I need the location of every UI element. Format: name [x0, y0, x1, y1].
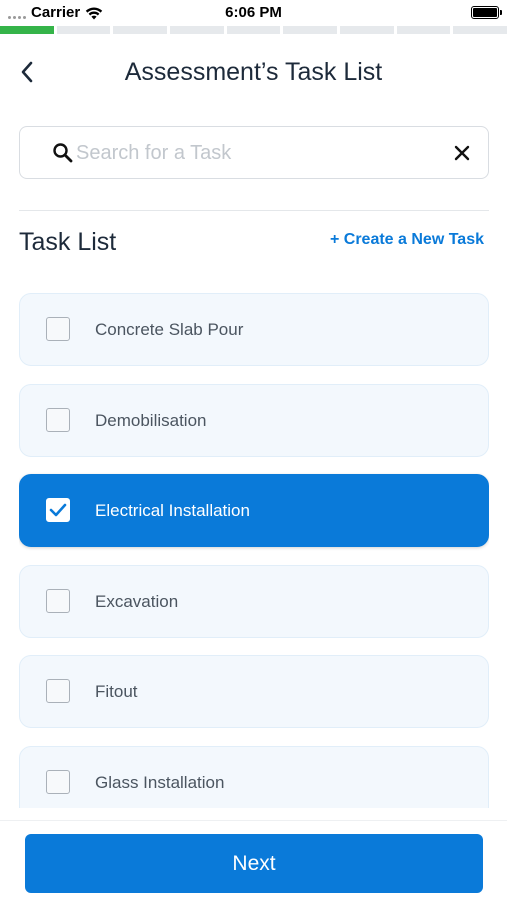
task-list: Concrete Slab Pour Demobilisation Electr…	[19, 293, 489, 808]
task-item[interactable]: Excavation	[19, 564, 489, 638]
task-checkbox[interactable]	[46, 407, 70, 432]
task-checkbox[interactable]	[46, 769, 70, 794]
header: Assessment’s Task List	[0, 50, 507, 96]
task-item[interactable]: Fitout	[19, 655, 489, 728]
progress-segment	[283, 26, 338, 34]
status-bar: Carrier 6:06 PM	[0, 0, 507, 26]
search-input[interactable]	[76, 135, 446, 171]
checkmark-icon	[49, 503, 67, 517]
progress-segment	[170, 26, 224, 34]
footer: Next	[0, 820, 507, 900]
progress-segment	[453, 26, 507, 34]
task-label: Glass Installation	[95, 772, 225, 792]
close-icon[interactable]	[450, 141, 474, 165]
page-title: Assessment’s Task List	[124, 58, 383, 86]
task-list-screen: Carrier 6:06 PM Assessment’s Task List S…	[0, 0, 507, 900]
task-label: Demobilisation	[95, 410, 207, 430]
step-progress-bar	[0, 26, 507, 34]
section-title: Task List	[19, 228, 117, 256]
task-label: Electrical Installation	[95, 501, 250, 520]
status-time: 6:06 PM	[225, 4, 282, 21]
search-box	[19, 126, 489, 179]
progress-segment	[113, 26, 168, 34]
search-icon	[53, 143, 73, 163]
task-checkbox[interactable]	[46, 588, 70, 613]
progress-segment	[226, 26, 281, 34]
task-label: Fitout	[95, 682, 138, 701]
create-task-link[interactable]: + Create a New Task	[330, 231, 484, 249]
task-checkbox[interactable]	[46, 317, 70, 341]
task-item[interactable]: Glass Installation	[19, 745, 489, 808]
progress-segment	[56, 26, 111, 34]
divider	[19, 210, 489, 211]
task-item[interactable]: Electrical Installation	[19, 474, 489, 547]
progress-segment	[396, 26, 451, 34]
task-item[interactable]: Concrete Slab Pour	[19, 293, 489, 366]
task-checkbox[interactable]	[46, 498, 70, 522]
task-label: Concrete Slab Pour	[95, 320, 244, 339]
task-checkbox[interactable]	[46, 679, 70, 703]
progress-segment	[0, 26, 54, 34]
next-button[interactable]: Next	[25, 834, 483, 893]
progress-segment	[340, 26, 394, 34]
task-item[interactable]: Demobilisation	[19, 383, 489, 457]
battery-icon	[471, 6, 502, 19]
task-label: Excavation	[95, 591, 179, 611]
